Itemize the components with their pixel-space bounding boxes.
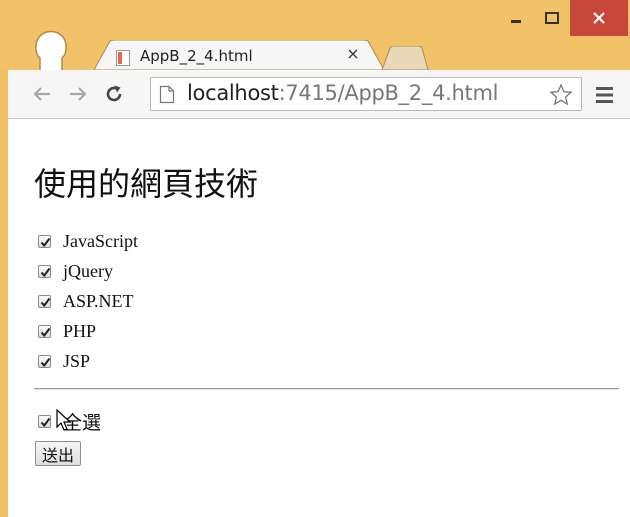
new-tab-button[interactable] <box>380 46 430 70</box>
checkbox[interactable] <box>38 294 51 308</box>
mouse-cursor-icon <box>56 409 72 431</box>
checkbox[interactable] <box>38 354 51 368</box>
option-label: PHP <box>63 320 97 341</box>
star-icon[interactable] <box>549 83 573 107</box>
menu-icon[interactable] <box>594 84 616 106</box>
option-jsp[interactable]: JSP <box>38 349 90 373</box>
option-label: JSP <box>63 350 91 371</box>
maximize-button[interactable] <box>534 0 570 36</box>
close-window-button[interactable] <box>570 0 628 36</box>
url-host: localhost <box>187 81 279 105</box>
url-text: localhost:7415/AppB_2_4.html <box>187 81 498 105</box>
checkmark-icon <box>40 267 51 277</box>
page-content: 使用的網頁技術 JavaScript jQuery ASP.NET PHP JS… <box>8 119 630 517</box>
checkmark-icon <box>40 297 51 307</box>
profile-icon[interactable] <box>32 28 70 72</box>
browser-window: AppB_2_4.html × localhost:7415/AppB_2_4.… <box>0 0 630 517</box>
url-path: :7415/AppB_2_4.html <box>278 81 499 105</box>
checkmark-icon <box>40 237 51 247</box>
checkmark-icon <box>40 357 51 367</box>
title-bar: AppB_2_4.html × <box>0 0 630 72</box>
option-label: ASP.NET <box>63 290 134 311</box>
forward-button[interactable] <box>64 80 92 108</box>
checkmark-icon <box>40 327 51 337</box>
address-bar[interactable]: localhost:7415/AppB_2_4.html <box>150 77 582 111</box>
page-title: 使用的網頁技術 <box>34 165 259 203</box>
reload-button[interactable] <box>100 80 128 108</box>
option-php[interactable]: PHP <box>38 319 96 343</box>
minimize-icon <box>511 20 521 23</box>
select-all-checkbox[interactable] <box>38 414 51 428</box>
close-icon <box>593 12 605 24</box>
arrow-left-icon <box>33 87 50 101</box>
option-label: jQuery <box>63 260 113 281</box>
minimize-button[interactable] <box>498 0 534 36</box>
horizontal-rule <box>34 388 619 390</box>
submit-button[interactable]: 送出 <box>35 441 82 466</box>
arrow-right-icon <box>70 87 87 101</box>
option-javascript[interactable]: JavaScript <box>38 229 138 253</box>
tab-appb-2-4[interactable]: AppB_2_4.html × <box>94 40 384 70</box>
browser-toolbar: localhost:7415/AppB_2_4.html <box>8 70 630 119</box>
tab-close-icon[interactable]: × <box>344 45 362 63</box>
maximize-icon <box>545 12 559 24</box>
option-aspnet[interactable]: ASP.NET <box>38 289 134 313</box>
checkmark-icon <box>40 417 51 427</box>
option-label: JavaScript <box>63 230 138 251</box>
checkbox[interactable] <box>38 324 51 338</box>
page-favicon-icon <box>116 50 130 66</box>
option-jquery[interactable]: jQuery <box>38 259 113 283</box>
reload-icon <box>106 85 122 102</box>
back-button[interactable] <box>28 80 56 108</box>
tab-title: AppB_2_4.html <box>140 47 253 65</box>
page-icon <box>159 85 175 104</box>
checkbox[interactable] <box>38 234 51 248</box>
checkbox[interactable] <box>38 264 51 278</box>
